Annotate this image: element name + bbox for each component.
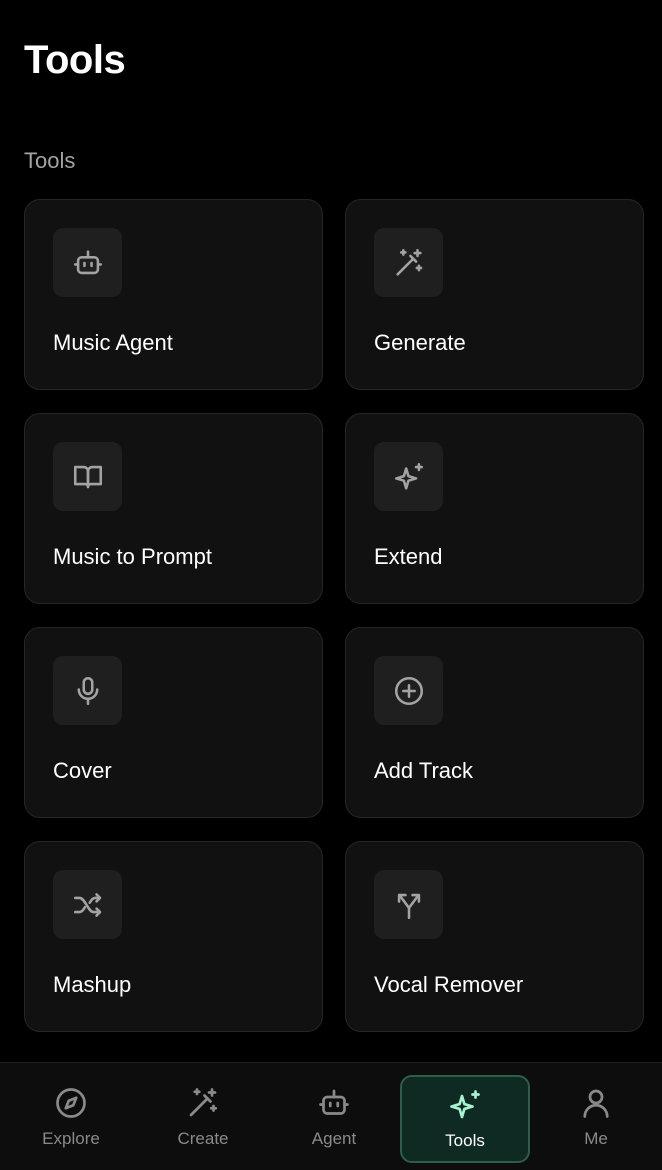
sparkles-icon <box>450 1090 480 1119</box>
sparkles-icon <box>374 442 443 511</box>
nav-item-agent[interactable]: Agent <box>269 1075 399 1163</box>
tool-card-extend[interactable]: Extend <box>345 413 644 604</box>
tool-label: Mashup <box>53 972 132 997</box>
tools-grid: Music Agent Generate Music to Prompt Ext… <box>24 199 644 1032</box>
split-arrows-icon <box>374 870 443 939</box>
robot-icon <box>319 1089 349 1115</box>
user-icon <box>583 1089 609 1118</box>
plus-circle-icon <box>374 656 443 725</box>
nav-label: Agent <box>311 1129 357 1148</box>
tool-label: Music to Prompt <box>53 544 212 569</box>
tool-card-add-track[interactable]: Add Track <box>345 627 644 818</box>
tool-label: Generate <box>374 330 466 355</box>
tool-card-generate[interactable]: Generate <box>345 199 644 390</box>
nav-label: Explore <box>42 1129 100 1148</box>
tool-card-music-to-prompt[interactable]: Music to Prompt <box>24 413 323 604</box>
nav-item-tools[interactable]: Tools <box>400 1075 530 1163</box>
tool-label: Cover <box>53 758 112 783</box>
nav-item-me[interactable]: Me <box>531 1075 661 1163</box>
nav-item-explore[interactable]: Explore <box>6 1075 136 1163</box>
page-title: Tools <box>24 38 126 82</box>
robot-icon <box>53 228 122 297</box>
tool-card-vocal-remover[interactable]: Vocal Remover <box>345 841 644 1032</box>
tool-card-mashup[interactable]: Mashup <box>24 841 323 1032</box>
tool-label: Music Agent <box>53 330 173 355</box>
nav-label: Tools <box>445 1131 485 1150</box>
microphone-icon <box>53 656 122 725</box>
magic-wand-icon <box>374 228 443 297</box>
book-icon <box>53 442 122 511</box>
tool-card-cover[interactable]: Cover <box>24 627 323 818</box>
compass-icon <box>56 1088 86 1118</box>
section-label: Tools <box>24 148 76 173</box>
nav-item-create[interactable]: Create <box>138 1075 268 1163</box>
shuffle-icon <box>53 870 122 939</box>
tool-label: Vocal Remover <box>374 972 524 997</box>
bottom-nav: Explore Create Agent Tools Me <box>0 1062 662 1170</box>
tool-label: Add Track <box>374 758 474 783</box>
magic-wand-icon <box>189 1088 218 1117</box>
tool-label: Extend <box>374 544 443 569</box>
nav-label: Me <box>584 1129 608 1148</box>
tools-page: Tools Tools Music Agent Generate Music t… <box>0 0 662 1170</box>
tool-card-music-agent[interactable]: Music Agent <box>24 199 323 390</box>
nav-label: Create <box>177 1129 229 1148</box>
